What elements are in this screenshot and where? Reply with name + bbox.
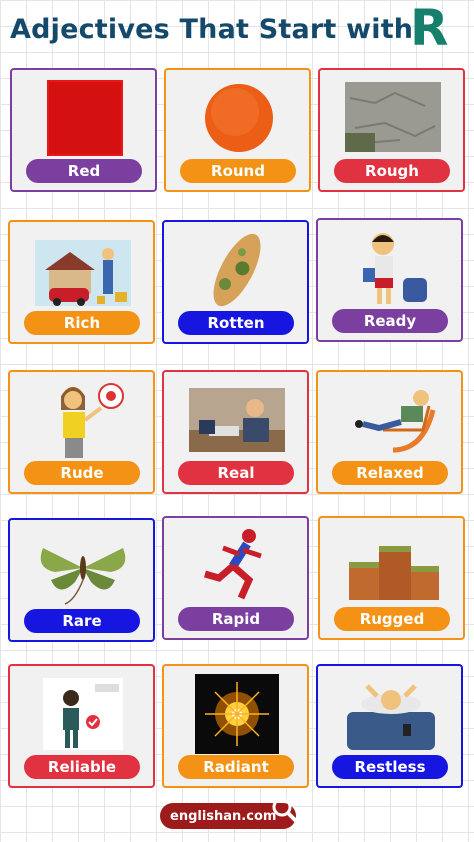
radiant-light-icon: [189, 674, 285, 754]
rotten-bread-icon: [189, 230, 285, 310]
red-square-icon: [37, 78, 133, 158]
card-label: Reliable: [24, 755, 140, 779]
card-label: Rough: [334, 159, 450, 183]
magnifier-icon: [270, 795, 300, 825]
rich-man-icon: [35, 230, 131, 310]
card-ready: Ready: [316, 218, 463, 342]
card-label: Restless: [332, 755, 448, 779]
card-red: Red: [10, 68, 157, 192]
footer-site-text: englishan.com: [170, 808, 277, 824]
card-reliable: Reliable: [8, 664, 155, 788]
card-label: Radiant: [178, 755, 294, 779]
card-label: Rotten: [178, 311, 294, 335]
card-rapid: Rapid: [162, 516, 309, 640]
rugged-rock-icon: [345, 526, 441, 606]
footer-site-badge[interactable]: englishan.com: [160, 797, 299, 829]
card-label: Rare: [24, 609, 140, 633]
ready-student-icon: [343, 228, 439, 308]
card-label: Real: [178, 461, 294, 485]
card-label: Relaxed: [332, 461, 448, 485]
real-deal-icon: [189, 380, 285, 460]
card-label: Red: [26, 159, 142, 183]
card-label: Rapid: [178, 607, 294, 631]
restless-sleeper-icon: [343, 674, 439, 754]
relaxed-man-icon: [343, 380, 439, 460]
header: Adjectives That Start with R: [0, 0, 474, 60]
card-rare: Rare: [8, 518, 155, 642]
rare-moth-icon: [35, 528, 131, 608]
orange-circle-icon: [191, 78, 287, 158]
card-rotten: Rotten: [162, 220, 309, 344]
card-relaxed: Relaxed: [316, 370, 463, 494]
card-label: Ready: [332, 309, 448, 333]
rude-woman-icon: [35, 380, 131, 460]
card-real: Real: [162, 370, 309, 494]
card-label: Rich: [24, 311, 140, 335]
card-label: Rude: [24, 461, 140, 485]
card-restless: Restless: [316, 664, 463, 788]
reliable-worker-icon: [35, 674, 131, 754]
card-label: Rugged: [334, 607, 450, 631]
card-round: Round: [164, 68, 311, 192]
card-rude: Rude: [8, 370, 155, 494]
card-rich: Rich: [8, 220, 155, 344]
page-title: Adjectives That Start with: [10, 14, 414, 45]
rapid-runner-icon: [189, 526, 285, 606]
title-letter: R: [410, 0, 449, 57]
card-label: Round: [180, 159, 296, 183]
card-rugged: Rugged: [318, 516, 465, 640]
card-radiant: Radiant: [162, 664, 309, 788]
card-rough: Rough: [318, 68, 465, 192]
rough-wall-icon: [345, 78, 441, 158]
